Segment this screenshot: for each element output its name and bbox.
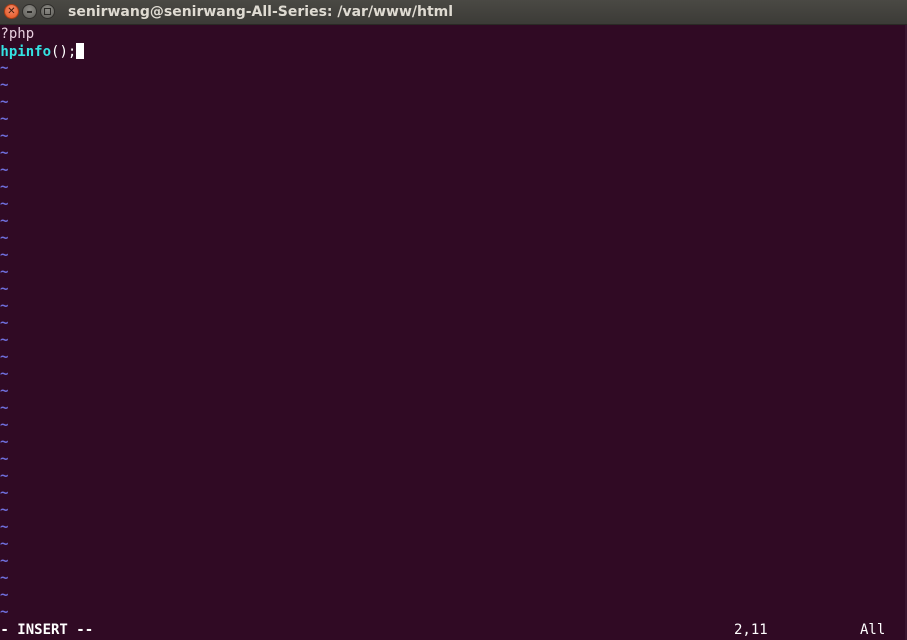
cursor-position: 2,11	[734, 622, 768, 638]
empty-line-marker: ~	[0, 485, 9, 501]
empty-line-marker: ~	[0, 179, 9, 195]
empty-line-marker: ~	[0, 298, 9, 314]
function-call-punctuation: ();	[51, 44, 77, 60]
empty-line-marker: ~	[0, 111, 9, 127]
empty-line-marker: ~	[0, 451, 9, 467]
empty-line-marker: ~	[0, 383, 9, 399]
mode-indicator: -- INSERT --	[0, 622, 94, 638]
empty-line-marker: ~	[0, 315, 9, 331]
minimize-icon	[27, 11, 32, 13]
empty-line-marker: ~	[0, 128, 9, 144]
empty-line-marker: ~	[0, 553, 9, 569]
empty-line-marker: ~	[0, 281, 9, 297]
empty-line-marker: ~	[0, 247, 9, 263]
empty-line-marker: ~	[0, 604, 9, 620]
empty-line-marker: ~	[0, 349, 9, 365]
empty-line-marker: ~	[0, 145, 9, 161]
maximize-icon	[44, 8, 51, 15]
title-bar[interactable]: ✕ senirwang@senirwang-All-Series: /var/w…	[0, 0, 907, 25]
empty-line-marker: ~	[0, 366, 9, 382]
maximize-button[interactable]	[40, 4, 55, 19]
minimize-button[interactable]	[22, 4, 37, 19]
empty-line-marker: ~	[0, 213, 9, 229]
scroll-indicator: All	[860, 622, 886, 638]
code-line-1: <?php	[0, 26, 34, 43]
close-button[interactable]: ✕	[4, 4, 19, 19]
php-open-tag: <?php	[0, 26, 35, 42]
empty-line-marker: ~	[0, 264, 9, 280]
terminal-window: ✕ senirwang@senirwang-All-Series: /var/w…	[0, 0, 907, 640]
empty-line-marker: ~	[0, 536, 9, 552]
empty-line-marker: ~	[0, 570, 9, 586]
function-name: phpinfo	[0, 44, 52, 60]
close-icon: ✕	[7, 6, 16, 17]
empty-line-marker: ~	[0, 230, 9, 246]
empty-line-marker: ~	[0, 400, 9, 416]
empty-line-marker: ~	[0, 162, 9, 178]
empty-line-marker: ~	[0, 77, 9, 93]
empty-line-marker: ~	[0, 434, 9, 450]
empty-line-marker: ~	[0, 587, 9, 603]
empty-line-marker: ~	[0, 60, 9, 76]
text-cursor	[76, 43, 85, 59]
vim-status-line: -- INSERT -- 2,11 All	[0, 622, 907, 639]
vim-editor[interactable]: <?php phpinfo(); ~~~~~~~~~~~~~~~~~~~~~~~…	[0, 25, 907, 640]
empty-line-marker: ~	[0, 502, 9, 518]
empty-line-marker: ~	[0, 519, 9, 535]
empty-line-marker: ~	[0, 468, 9, 484]
empty-line-marker: ~	[0, 417, 9, 433]
empty-line-marker: ~	[0, 332, 9, 348]
code-line-2: phpinfo();	[0, 43, 85, 60]
empty-line-marker: ~	[0, 94, 9, 110]
window-title: senirwang@senirwang-All-Series: /var/www…	[68, 4, 454, 20]
empty-line-marker: ~	[0, 196, 9, 212]
